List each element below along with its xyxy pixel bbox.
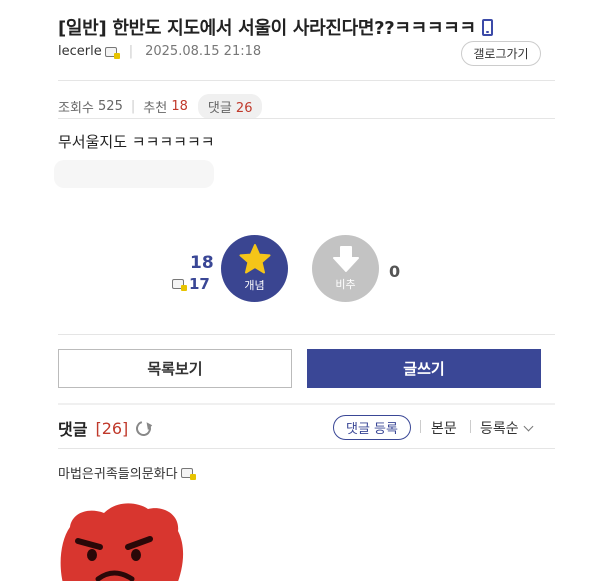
sort-dropdown[interactable]: 등록순 xyxy=(480,418,534,438)
downvote-button[interactable]: 비추 xyxy=(312,235,379,302)
divider xyxy=(58,80,555,81)
fixed-upvote-count: 17 xyxy=(189,275,210,293)
fixed-user-icon xyxy=(104,46,120,59)
angry-emoji xyxy=(60,503,183,581)
comments-header: 댓글 [26] xyxy=(58,416,155,440)
comment-label: 댓글 xyxy=(207,101,232,116)
comment-author[interactable]: 마법은귀족들의문화다 xyxy=(58,463,196,482)
post-title: [일반] 한반도 지도에서 서울이 사라진다면??ㅋㅋㅋㅋㅋ xyxy=(58,14,493,40)
upvote-button[interactable]: 개념 xyxy=(221,235,288,302)
star-icon xyxy=(239,244,270,274)
views-count: 525 xyxy=(98,99,123,114)
down-arrow-icon xyxy=(332,246,359,272)
chevron-down-icon xyxy=(523,421,534,432)
post-stats: 조회수 525 | 추천 18 댓글 26 xyxy=(58,94,263,119)
tool-divider xyxy=(470,420,471,433)
list-button[interactable]: 목록보기 xyxy=(58,349,292,388)
divider xyxy=(58,334,555,335)
view-post-button[interactable]: 본문 xyxy=(431,418,457,438)
fixed-user-icon xyxy=(172,279,187,291)
views-label: 조회수 xyxy=(58,101,94,116)
post-body: 무서울지도 ㅋㅋㅋㅋㅋㅋ xyxy=(58,133,215,151)
recommend-label: 추천 xyxy=(143,101,168,116)
divider xyxy=(58,448,555,449)
upvote-count: 18 xyxy=(190,253,214,273)
recommend-count: 18 xyxy=(171,99,188,114)
comment-count-badge[interactable]: 댓글 26 xyxy=(197,94,263,119)
post-meta: lecerle | 2025.08.15 21:18 xyxy=(58,44,261,59)
fixed-upvote: 17 xyxy=(172,275,210,293)
divider xyxy=(58,118,555,119)
sort-label: 등록순 xyxy=(480,421,519,437)
comments-count: [26] xyxy=(95,418,129,438)
comments-title: 댓글 xyxy=(58,420,88,439)
blurred-content xyxy=(54,160,214,188)
stats-divider: | xyxy=(130,99,136,114)
author-name[interactable]: lecerle xyxy=(58,44,102,59)
comment-count: 26 xyxy=(235,101,253,116)
post-title-text: [일반] 한반도 지도에서 서울이 사라진다면??ㅋㅋㅋㅋㅋ xyxy=(58,18,476,39)
divider xyxy=(58,403,555,405)
gallog-button[interactable]: 갤로그가기 xyxy=(461,41,541,66)
fixed-user-icon xyxy=(180,467,196,480)
downvote-label: 비추 xyxy=(335,278,356,291)
comment-write-button[interactable]: 댓글 등록 xyxy=(333,415,411,440)
post-date: 2025.08.15 21:18 xyxy=(145,44,262,59)
refresh-icon[interactable] xyxy=(133,417,155,439)
comment-author-name: 마법은귀족들의문화다 xyxy=(58,467,178,482)
phone-icon xyxy=(481,19,493,36)
tool-divider xyxy=(420,420,421,433)
write-button[interactable]: 글쓰기 xyxy=(307,349,541,388)
meta-divider: | xyxy=(128,44,134,59)
upvote-label: 개념 xyxy=(244,279,265,292)
downvote-count: 0 xyxy=(389,262,401,281)
